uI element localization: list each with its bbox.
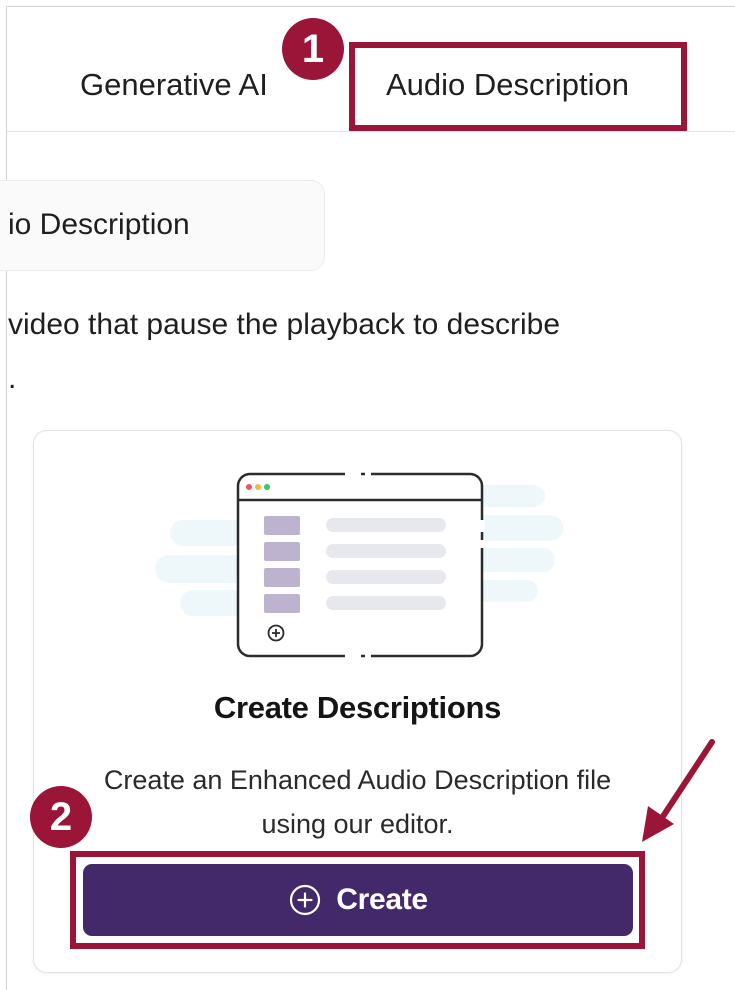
frame-left-border: [6, 6, 7, 990]
card-title: Create Descriptions: [213, 690, 502, 725]
annotation-badge-2: 2: [30, 786, 92, 848]
annotation-highlight-button: [70, 851, 645, 949]
editor-window-illustration: [155, 471, 563, 659]
tab-generative-ai[interactable]: Generative AI: [80, 67, 268, 103]
annotation-highlight-tab: [349, 42, 687, 131]
card-description-line-2: using our editor.: [261, 809, 454, 839]
section-description-end: .: [8, 362, 17, 395]
section-heading: io Description: [8, 208, 190, 241]
frame-top-border: [6, 6, 735, 7]
tab-bar-divider: [7, 131, 735, 132]
card-description-line-1: Create an Enhanced Audio Description fil…: [103, 765, 612, 795]
card-description: Create an Enhanced Audio Description fil…: [60, 758, 655, 846]
annotation-arrow-icon: [642, 739, 715, 842]
page: Generative AI Audio Description io Descr…: [0, 0, 735, 990]
section-description: video that pause the playback to describ…: [8, 308, 561, 341]
annotation-badge-1: 1: [282, 18, 344, 80]
